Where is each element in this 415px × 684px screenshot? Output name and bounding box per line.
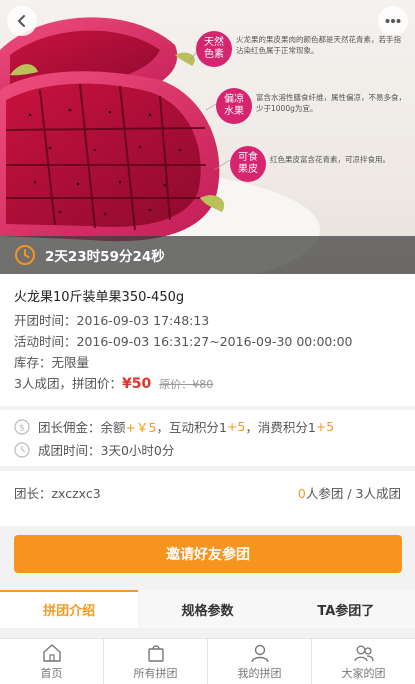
nav-everyone-groups[interactable]: 大家的团 bbox=[312, 639, 415, 684]
product-info: 火龙果10斤装单果350-450g 开团时间：2016-09-03 17:48:… bbox=[0, 274, 415, 406]
commission-section: $ 团长佣金：余额 +￥5 ，互动积分1 +5 ，消费积分1 +5 成团时间：3天0小时0… bbox=[0, 410, 415, 466]
leader-name: 团长：zxczxc3 bbox=[14, 486, 101, 501]
group-price-line: 3人成团，拼团价：¥50 原价：¥80 bbox=[14, 373, 401, 394]
tab-specs[interactable]: 规格参数 bbox=[138, 590, 277, 628]
form-time-row: 成团时间：3天0小时0分 bbox=[14, 438, 401, 461]
countdown-text: 2天23时59分24秒 bbox=[45, 249, 165, 265]
joined-count: 0 bbox=[297, 486, 306, 501]
commission-label: 团长佣金：余额 bbox=[38, 420, 126, 435]
leader-commission-row: $ 团长佣金：余额 +￥5 ，互动积分1 +5 ，消费积分1 +5 bbox=[14, 415, 401, 438]
commission-mid1: ，互动积分1 bbox=[156, 420, 227, 435]
commission-interact-points: +5 bbox=[226, 419, 246, 434]
original-price: 原价：¥80 bbox=[159, 378, 214, 391]
stock: 库存：无限量 bbox=[14, 355, 90, 370]
group-price-label: 3人成团，拼团价： bbox=[14, 376, 122, 391]
nav-home[interactable]: 首页 bbox=[0, 639, 104, 684]
nav-everyone-groups-label: 大家的团 bbox=[341, 666, 386, 680]
home-icon bbox=[42, 643, 61, 662]
form-time: 成团时间：3天0小时0分 bbox=[38, 443, 175, 458]
user-icon bbox=[250, 644, 269, 662]
commission-mid2: ，消费积分1 bbox=[245, 420, 316, 435]
badge-natural-pigment-desc: 火龙果的果皮果肉的颜色都是天然花青素，若手指沾染红色属于正常现象。 bbox=[236, 35, 401, 55]
group-price: ¥50 bbox=[121, 376, 152, 392]
badge-cool-fruit-desc: 富含水溶性膳食纤维，属性偏凉，不易多食，少于1000g为宜。 bbox=[256, 93, 406, 113]
clock-icon bbox=[15, 245, 35, 265]
detail-tabs: 拼团介绍 规格参数 TA参团了 bbox=[0, 590, 415, 628]
coin-icon: $ bbox=[14, 418, 30, 435]
open-time: 开团时间：2016-09-03 17:48:13 bbox=[14, 313, 210, 328]
joined-suffix: 人参团 / 3人成团 bbox=[305, 486, 401, 501]
bottom-nav: 首页 所有拼团 我的拼团 大家的团 bbox=[0, 638, 415, 684]
clock-small-icon bbox=[14, 441, 30, 458]
svg-text:$: $ bbox=[19, 423, 25, 433]
invite-friends-button[interactable]: 邀请好友参团 bbox=[14, 535, 402, 573]
commission-balance: +￥5 bbox=[125, 420, 157, 435]
more-dots-icon bbox=[385, 19, 401, 23]
product-title: 火龙果10斤装单果350-450g bbox=[14, 290, 185, 305]
nav-my-groups-label: 我的拼团 bbox=[237, 666, 282, 680]
tab-participants[interactable]: TA参团了 bbox=[276, 590, 415, 628]
group-leader-row: 团长：zxczxc3 0人参团 / 3人成团 bbox=[0, 470, 415, 526]
chevron-left-icon bbox=[17, 15, 25, 27]
nav-all-groups[interactable]: 所有拼团 bbox=[104, 639, 208, 684]
more-menu-button[interactable] bbox=[378, 6, 408, 36]
back-button[interactable] bbox=[7, 6, 37, 36]
countdown-bar: 2天23时59分24秒 bbox=[0, 236, 415, 274]
group-icon bbox=[353, 645, 374, 661]
bag-icon bbox=[147, 644, 164, 662]
commission-consume-points: +5 bbox=[315, 419, 335, 434]
tab-group-intro[interactable]: 拼团介绍 bbox=[0, 590, 139, 628]
badge-natural-pigment: 天然色素 bbox=[196, 31, 232, 67]
nav-my-groups[interactable]: 我的拼团 bbox=[208, 639, 312, 684]
badge-cool-fruit: 偏凉水果 bbox=[216, 88, 252, 124]
group-progress: 0人参团 / 3人成团 bbox=[298, 483, 401, 502]
nav-home-label: 首页 bbox=[40, 666, 63, 680]
activity-time: 活动时间：2016-09-03 16:31:27~2016-09-30 00:0… bbox=[14, 334, 353, 349]
nav-all-groups-label: 所有拼团 bbox=[133, 666, 178, 680]
product-hero-image: 天然色素 火龙果的果皮果肉的颜色都是天然花青素，若手指沾染红色属于正常现象。 偏… bbox=[0, 0, 415, 274]
badge-edible-skin: 可食果皮 bbox=[230, 146, 266, 182]
badge-edible-skin-desc: 红色果皮富含花青素，可凉拌食用。 bbox=[270, 155, 390, 164]
